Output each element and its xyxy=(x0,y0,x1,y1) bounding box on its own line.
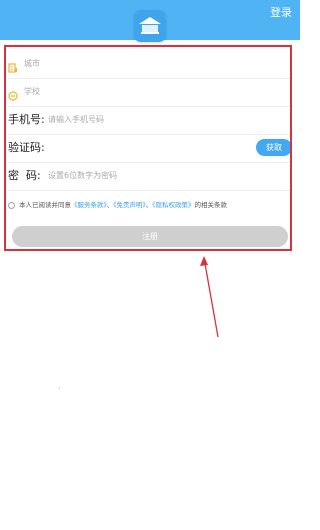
stray-dot xyxy=(59,388,60,389)
annotation-arrow xyxy=(200,256,219,338)
